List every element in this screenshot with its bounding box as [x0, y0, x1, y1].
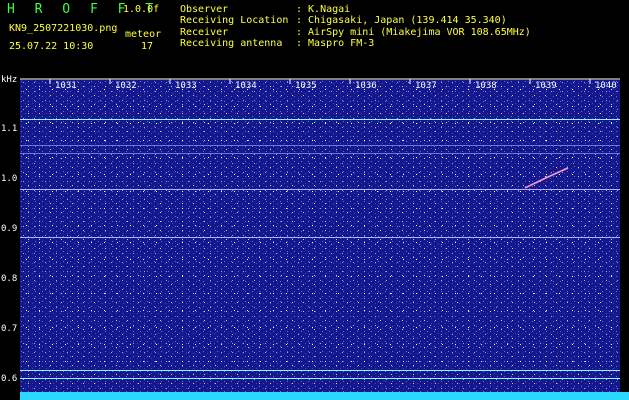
x-tick-label: 1037: [415, 81, 437, 91]
field-label-location: Receiving Location: [180, 15, 289, 26]
carrier-line: [20, 378, 620, 379]
time-ruler: [20, 78, 620, 84]
y-axis-unit: kHz: [1, 75, 18, 85]
y-tick-label: 0.6: [1, 374, 18, 384]
y-tick-label: 1.1: [1, 124, 18, 134]
x-tick-label: 1040: [595, 81, 617, 91]
field-value-antenna: : Maspro FM-3: [296, 38, 375, 49]
noise-overlay: [20, 80, 620, 392]
filename-label: KN9_2507221030.png: [9, 23, 118, 34]
spectrogram-plot: [20, 80, 620, 392]
y-tick-label: 0.9: [1, 224, 18, 234]
carrier-line: [20, 237, 620, 238]
y-tick-label: 0.7: [1, 324, 18, 334]
carrier-line: [20, 145, 620, 146]
carrier-line: [20, 370, 620, 371]
y-tick-label: 0.8: [1, 274, 18, 284]
x-tick-label: 1038: [475, 81, 497, 91]
datetime-label: 25.07.22 10:30: [9, 41, 94, 52]
y-tick-label: 1.0: [1, 174, 18, 184]
carrier-line: [20, 189, 620, 190]
x-tick-label: 1036: [355, 81, 377, 91]
x-tick-label: 1035: [295, 81, 317, 91]
field-label-observer: Observer: [180, 4, 229, 15]
amplitude-bar: [20, 392, 629, 400]
field-value-receiver: : AirSpy mini (Miakejima VOR 108.65MHz): [296, 27, 531, 38]
x-tick-label: 1031: [55, 81, 77, 91]
carrier-line: [20, 153, 620, 154]
field-label-receiver: Receiver: [180, 27, 229, 38]
x-tick-label: 1034: [235, 81, 257, 91]
x-tick-label: 1033: [175, 81, 197, 91]
x-tick-label: 1032: [115, 81, 137, 91]
field-value-observer: : K.Nagai: [296, 4, 351, 15]
field-label-antenna: Receiving antenna: [180, 38, 283, 49]
version-label: 1.0.0f: [123, 4, 160, 15]
carrier-line: [20, 119, 620, 120]
meteor-label: meteor: [125, 29, 162, 40]
field-value-location: : Chigasaki, Japan (139.414 35.340): [296, 15, 507, 26]
meteor-count: 17: [141, 41, 154, 52]
x-tick-label: 1039: [535, 81, 557, 91]
